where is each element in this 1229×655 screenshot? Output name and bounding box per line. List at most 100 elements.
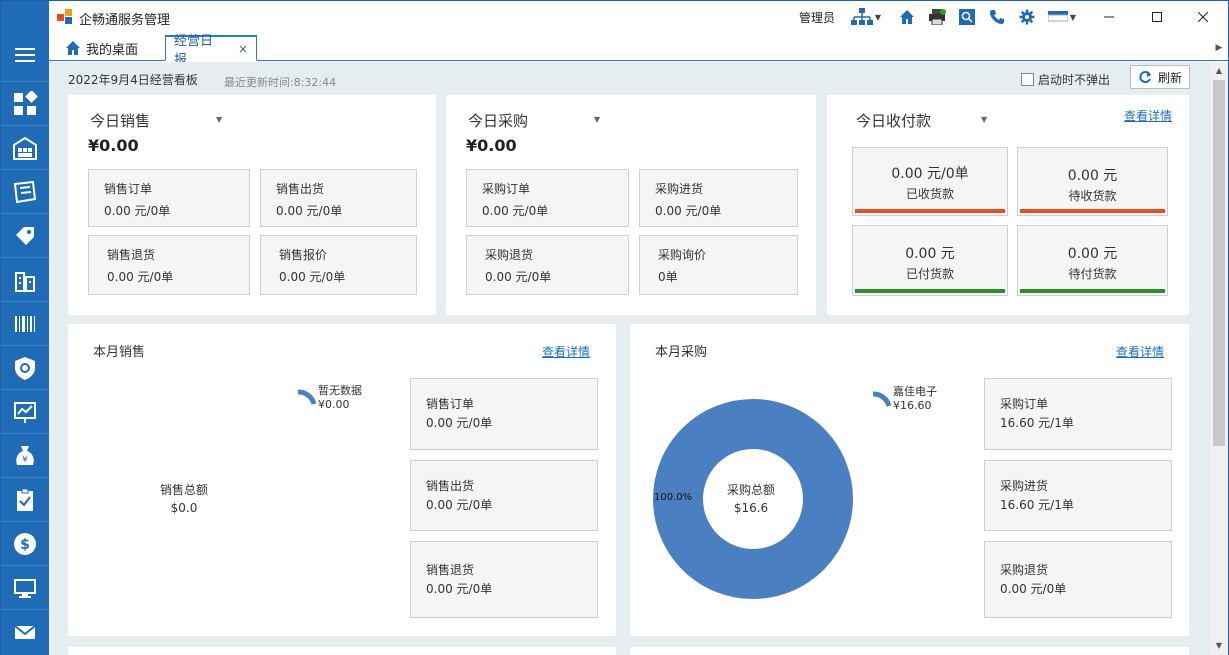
refresh-button[interactable]: 刷新 [1130,65,1190,89]
box-value: 0.00 元/0单 [891,166,969,182]
center-value: $16.6 [733,501,769,515]
today-sales-amount: ¥0.00 [88,136,139,155]
tab-scroll-right-icon[interactable]: ▶ [1210,33,1228,62]
box-label: 采购进货 [1000,479,1049,493]
today-payments-dropdown-icon[interactable]: ▼ [981,115,987,124]
pending-receipt-box[interactable]: 0.00 元 待收货款 [1017,147,1168,216]
box-value: 0.00 元/0单 [426,582,493,596]
sidebar: ¥ $ [1,1,49,655]
price-tag-icon[interactable] [1,213,49,257]
box-value: 0.00 元/0单 [276,204,343,218]
title-bar: 企畅通服务管理 管理员 ▼ ▼ [49,1,1228,33]
ticket-icon[interactable] [1,169,49,213]
warehouse-icon[interactable] [1,125,49,169]
user-name[interactable]: 管理员 [799,9,835,26]
today-payments-title: 今日收付款 [856,112,932,130]
box-value: 16.60 元/1单 [1000,498,1074,512]
barcode-icon[interactable] [1,301,49,345]
mail-icon[interactable] [1,609,49,653]
status-bar [855,289,1005,293]
tab-bar: 我的桌面 经营日报 × [49,33,1228,68]
paid-payment-box[interactable]: 0.00 元 已付货款 [852,225,1008,296]
gear-icon[interactable] [1017,7,1037,27]
close-window-button[interactable] [1180,1,1226,33]
month-sales-return-box[interactable]: 销售退货 0.00 元/0单 [410,541,598,618]
home-tab-icon [66,41,80,55]
purchase-order-box[interactable]: 采购订单 0.00 元/0单 [466,169,629,227]
minimize-button[interactable] [1086,1,1132,33]
monitor-icon[interactable] [1,565,49,609]
box-value: 0.00 元/0单 [1000,582,1067,596]
received-payment-box[interactable]: 0.00 元/0单 已收货款 [852,147,1008,216]
sales-return-box[interactable]: 销售退货 0.00 元/0单 [88,235,250,295]
status-bar [1020,289,1165,293]
center-label: 销售总额 [159,483,208,497]
box-value: 0.00 元 [905,246,955,262]
shield-icon[interactable] [1,345,49,389]
month-purchase-order-box[interactable]: 采购订单 16.60 元/1单 [984,378,1172,450]
purchase-inquiry-box[interactable]: 采购询价 0单 [639,235,798,295]
month-sales-details-link[interactable]: 查看详情 [542,343,590,360]
home-icon[interactable] [897,7,917,27]
refresh-label: 刷新 [1157,70,1182,85]
sales-order-box[interactable]: 销售订单 0.00 元/0单 [88,169,250,227]
scroll-thumb[interactable] [1213,80,1225,446]
clipboard-check-icon[interactable] [1,477,49,521]
scroll-up-icon[interactable]: ▲ [1210,62,1228,78]
app-logo-icon [57,9,72,24]
checkbox-box[interactable] [1021,73,1034,86]
box-label: 销售出货 [276,182,325,196]
dashboard-title: 2022年9月4日经营看板 [68,73,198,87]
box-label: 待收货款 [1068,189,1117,203]
today-purchase-dropdown-icon[interactable]: ▼ [594,115,600,124]
month-sales-shipment-box[interactable]: 销售出货 0.00 元/0单 [410,460,598,531]
no-popup-checkbox[interactable]: 启动时不弹出 [1021,71,1110,88]
org-chart-icon[interactable]: ▼ [849,7,883,27]
search-box-icon[interactable] [957,7,977,27]
sales-shipment-box[interactable]: 销售出货 0.00 元/0单 [260,169,417,227]
tab-my-desktop[interactable]: 我的桌面 [57,35,146,61]
status-bar [855,209,1005,213]
box-value: 0.00 元/0单 [482,204,549,218]
sales-quote-box[interactable]: 销售报价 0.00 元/0单 [260,235,417,295]
today-payments-details-link[interactable]: 查看详情 [1124,107,1172,124]
chart-board-icon[interactable] [1,389,49,433]
center-value: $0.0 [170,501,198,515]
today-purchase-title: 今日采购 [468,112,529,130]
vertical-scrollbar[interactable]: ▲ ▼ [1210,62,1228,655]
today-sales-panel: 今日销售 ▼ ¥0.00 销售订单 0.00 元/0单 销售出货 0.00 元/… [68,95,436,315]
bottom-right-panel [630,647,1189,655]
month-purchase-details-link[interactable]: 查看详情 [1116,343,1164,360]
today-sales-dropdown-icon[interactable]: ▼ [216,115,222,124]
box-value: 0.00 元 [1067,168,1118,184]
scroll-down-icon[interactable]: ▼ [1210,637,1228,653]
tab-close-icon[interactable]: × [238,42,248,56]
maximize-button[interactable] [1134,1,1180,33]
box-label: 采购询价 [658,248,707,262]
building-icon[interactable] [1,257,49,301]
today-purchase-panel: 今日采购 ▼ ¥0.00 采购订单 0.00 元/0单 采购进货 0.00 元/… [446,95,816,315]
box-value: 16.60 元/1单 [1000,416,1074,430]
month-purchase-return-box[interactable]: 采购退货 0.00 元/0单 [984,541,1172,618]
phone-icon[interactable] [987,7,1007,27]
pending-payment-box[interactable]: 0.00 元 待付货款 [1017,225,1168,296]
today-payments-panel: 今日收付款 ▼ 查看详情 0.00 元/0单 已收货款 0.00 元 待收货款 … [827,95,1189,315]
theme-color-icon[interactable]: ▼ [1047,7,1077,27]
dollar-icon[interactable]: $ [1,521,49,565]
svg-text:¥: ¥ [22,455,28,465]
dashboard-icon[interactable] [1,81,49,125]
month-sales-panel: 本月销售 查看详情 暂无数据 ¥0.00 销售总额 $0.0 销售订单 0.00… [68,324,616,636]
purchase-return-box[interactable]: 采购退货 0.00 元/0单 [466,235,629,295]
box-label: 已付货款 [905,267,954,281]
month-sales-order-box[interactable]: 销售订单 0.00 元/0单 [410,378,598,450]
box-value: 0.00 元/0单 [279,270,346,284]
money-bag-icon[interactable]: ¥ [1,433,49,477]
last-update-time: 最近更新时间:8:32:44 [224,76,337,89]
month-purchase-receive-box[interactable]: 采购进货 16.60 元/1单 [984,460,1172,531]
box-value: 0单 [658,270,678,284]
printer-icon[interactable] [927,7,947,27]
menu-icon[interactable] [1,37,49,73]
tab-business-daily[interactable]: 经营日报 × [165,34,257,68]
purchase-receive-box[interactable]: 采购进货 0.00 元/0单 [639,169,798,227]
box-label: 采购退货 [1000,563,1049,577]
